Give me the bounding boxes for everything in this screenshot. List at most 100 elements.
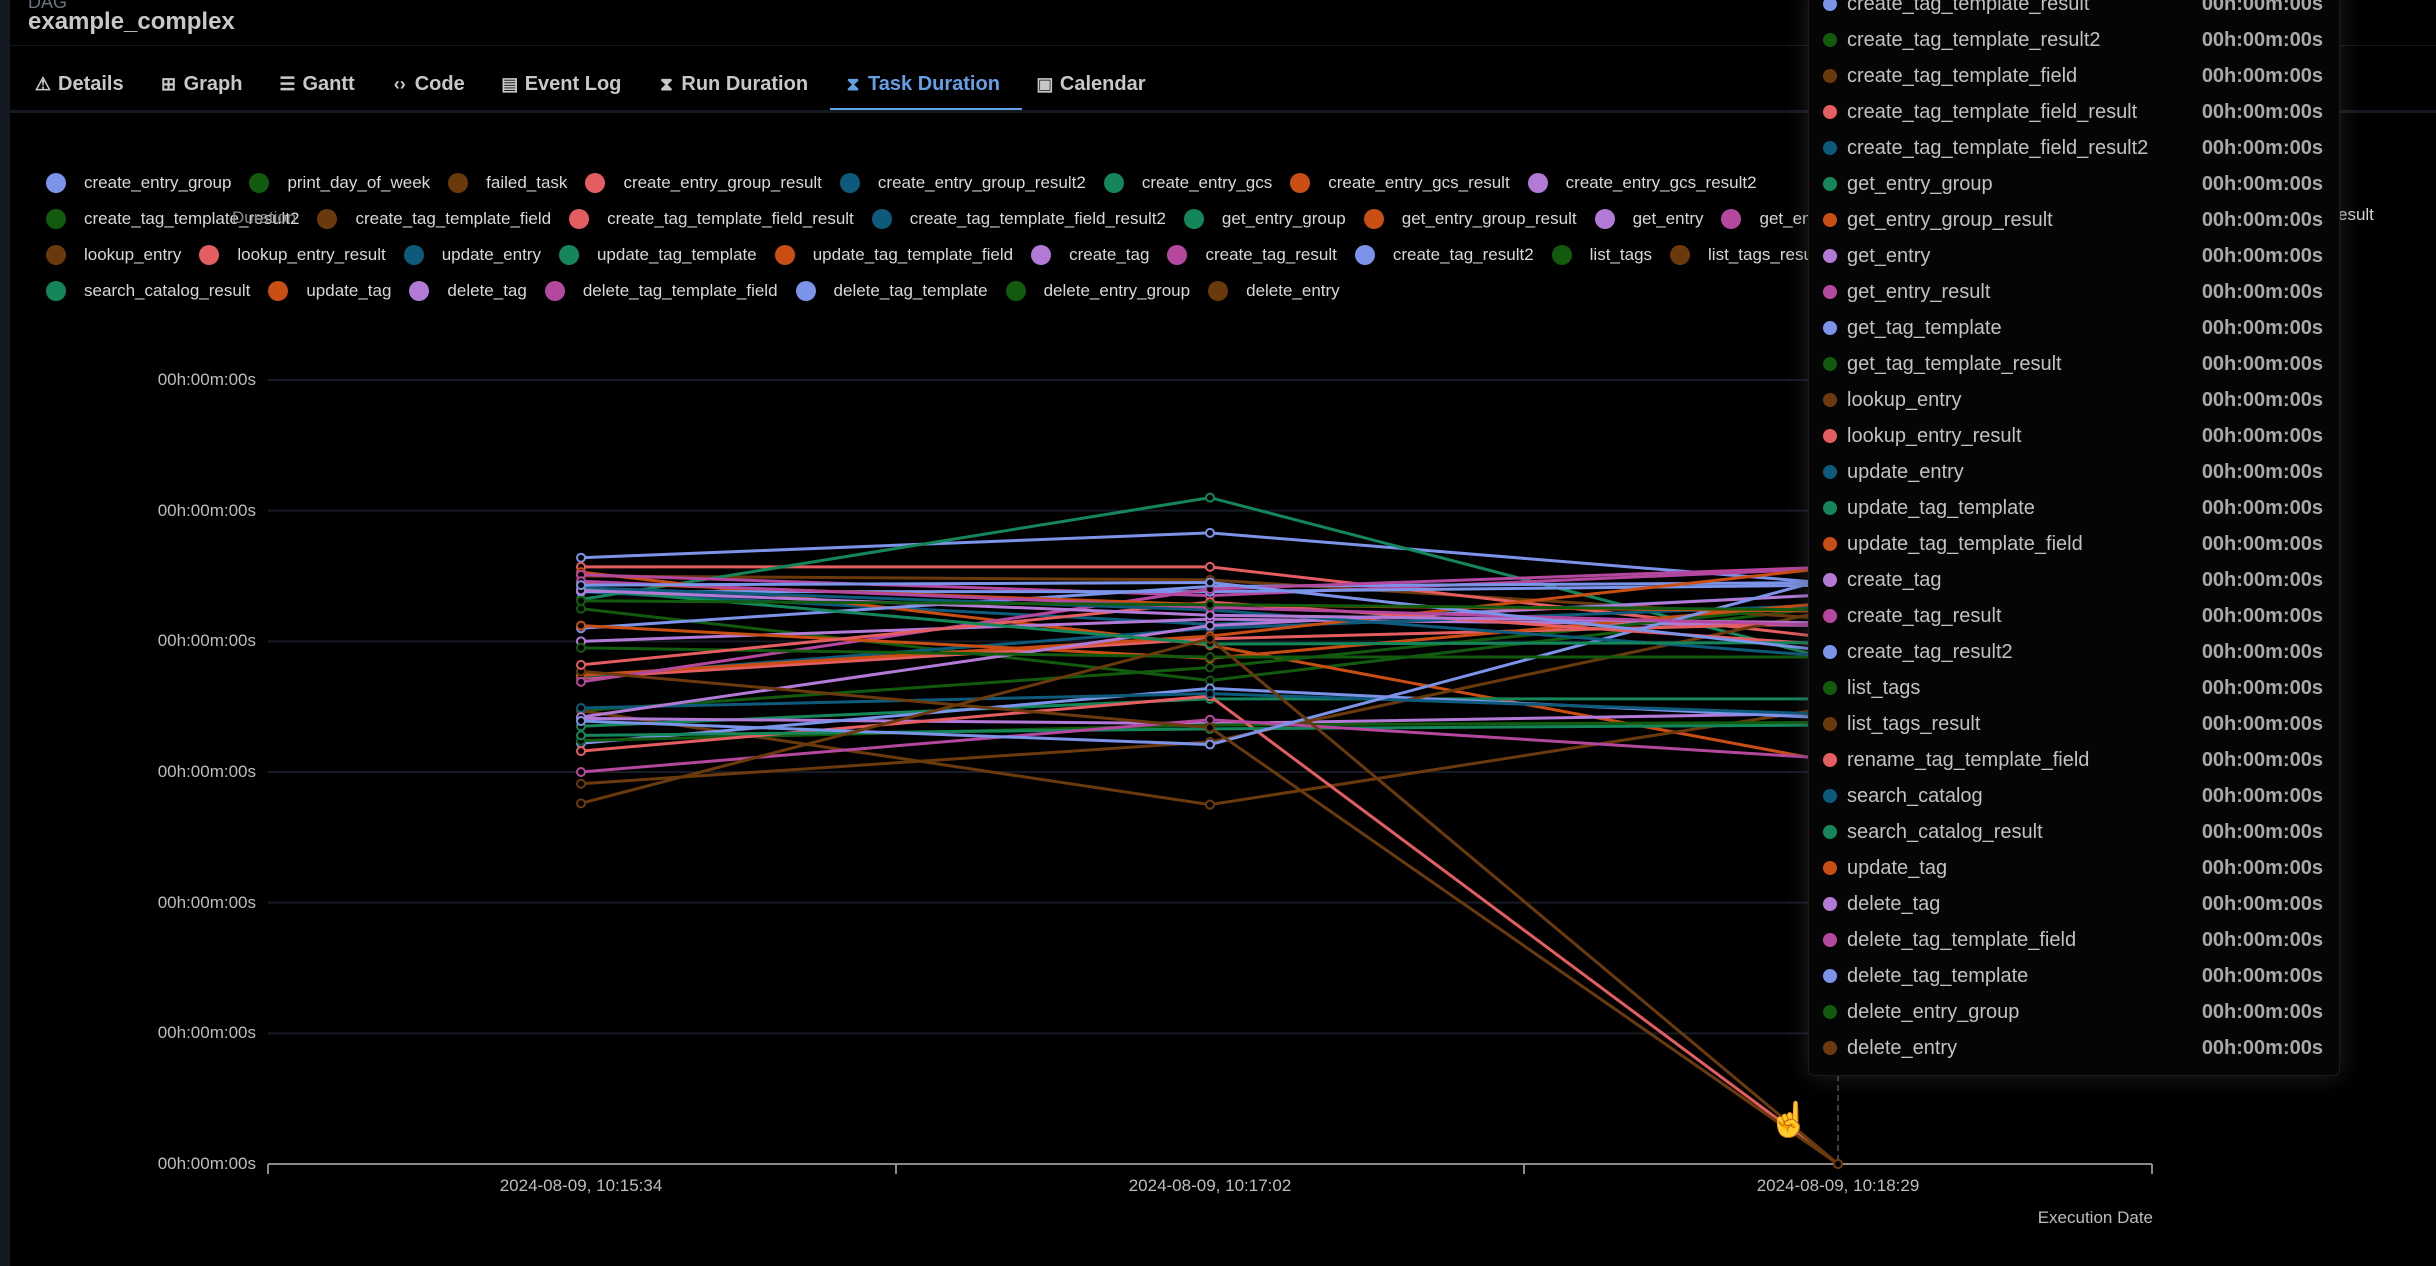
legend-item[interactable]: get_entry bbox=[1594, 209, 1704, 229]
legend-item[interactable]: delete_entry_group bbox=[1005, 281, 1190, 301]
legend-label: list_tags_result bbox=[1708, 245, 1822, 264]
tooltip-row: search_catalog 00h:00m:00s bbox=[1823, 779, 2323, 813]
tooltip-series-value: 00h:00m:00s bbox=[2201, 604, 2323, 627]
legend-item[interactable]: list_tags bbox=[1551, 245, 1652, 265]
legend-item[interactable]: lookup_entry_result bbox=[199, 245, 386, 265]
legend-label: delete_tag_template_field bbox=[582, 281, 778, 300]
legend-label: update_tag_template bbox=[596, 245, 757, 264]
legend-item[interactable]: search_catalog_result bbox=[46, 281, 250, 301]
legend-label: get_entry bbox=[1632, 209, 1704, 228]
legend-label: create_tag_template_field_result2 bbox=[909, 209, 1166, 228]
legend-item[interactable]: get_entry_group_result bbox=[1363, 209, 1577, 229]
legend-item[interactable]: update_tag_template_field bbox=[774, 245, 1013, 265]
legend-color-dot bbox=[839, 173, 860, 193]
tooltip-color-dot bbox=[1823, 69, 1837, 83]
tooltip-color-dot bbox=[1823, 609, 1837, 623]
legend-color-dot bbox=[1354, 245, 1375, 265]
legend-item[interactable]: lookup_entry bbox=[46, 245, 181, 265]
legend-item[interactable]: update_tag_template bbox=[558, 245, 757, 265]
tooltip-series-name: get_tag_template bbox=[1847, 316, 2002, 339]
tooltip-color-dot bbox=[1823, 249, 1837, 263]
data-point bbox=[1205, 633, 1215, 644]
legend-color-dot bbox=[1103, 173, 1124, 193]
legend-item[interactable]: delete_entry bbox=[1208, 281, 1340, 301]
y-tick-label: 00h:00m:00s bbox=[157, 892, 256, 912]
tooltip-row: update_tag_template_field 00h:00m:00s bbox=[1823, 527, 2323, 561]
legend-item[interactable]: create_tag_result bbox=[1167, 245, 1337, 265]
legend-item[interactable]: create_entry_gcs_result2 bbox=[1527, 173, 1757, 193]
tooltip-series-name: create_tag_template_field bbox=[1847, 64, 2078, 87]
legend-item[interactable]: create_entry_group_result bbox=[585, 173, 822, 193]
tooltip-color-dot bbox=[1823, 681, 1837, 695]
legend-color-dot bbox=[544, 281, 565, 301]
tooltip-row: lookup_entry 00h:00m:00s bbox=[1823, 383, 2323, 417]
legend-item[interactable]: create_tag bbox=[1031, 245, 1149, 265]
legend-color-dot bbox=[1721, 209, 1742, 229]
legend-item[interactable]: create_entry_gcs_result bbox=[1290, 173, 1510, 193]
legend-color-dot bbox=[585, 173, 606, 193]
legend-item[interactable]: create_tag_template_field bbox=[317, 209, 551, 229]
legend-item[interactable]: create_tag_template_field_result bbox=[569, 209, 854, 229]
legend-item[interactable]: create_entry_group bbox=[46, 173, 231, 193]
tooltip-series-value: 00h:00m:00s bbox=[2201, 964, 2323, 987]
legend-item[interactable]: delete_tag bbox=[409, 281, 527, 301]
tooltip-series-name: update_tag bbox=[1847, 856, 1948, 879]
data-point bbox=[1205, 527, 1215, 538]
tooltip-color-dot bbox=[1823, 213, 1837, 227]
y-axis-title: Duration bbox=[232, 208, 297, 227]
tooltip-row: get_entry_result 00h:00m:00s bbox=[1823, 275, 2323, 309]
legend-label: create_tag_template_field_result bbox=[607, 209, 854, 228]
legend-color-dot bbox=[1208, 281, 1229, 301]
data-point bbox=[1205, 714, 1215, 725]
tooltip-series-value: 00h:00m:00s bbox=[2201, 244, 2323, 267]
tooltip-row: list_tags 00h:00m:00s bbox=[1823, 671, 2323, 705]
tooltip-color-dot bbox=[1823, 645, 1837, 659]
legend-item[interactable]: print_day_of_week bbox=[249, 173, 430, 193]
legend-label: delete_tag_template bbox=[833, 281, 988, 300]
data-point bbox=[1205, 620, 1215, 631]
tooltip-series-name: delete_tag_template bbox=[1847, 964, 2029, 987]
data-point bbox=[576, 603, 586, 614]
legend-item[interactable]: delete_tag_template_field bbox=[544, 281, 778, 301]
tooltip-series-name: get_entry_result bbox=[1847, 280, 1991, 303]
data-point bbox=[1205, 492, 1215, 503]
legend-color-dot bbox=[1167, 245, 1188, 265]
legend-item[interactable]: update_tag bbox=[268, 281, 391, 301]
tooltip-series-value: 00h:00m:00s bbox=[2201, 1036, 2323, 1059]
data-point bbox=[576, 716, 586, 727]
legend-item[interactable]: get_entry_group bbox=[1183, 209, 1346, 229]
legend-label: create_entry_group_result bbox=[623, 173, 822, 192]
legend-item[interactable]: delete_tag_template bbox=[795, 281, 988, 301]
legend-item[interactable]: update_entry bbox=[403, 245, 541, 265]
hand-cursor-icon: ☝ bbox=[1768, 1101, 1811, 1139]
tooltip-color-dot bbox=[1823, 357, 1837, 371]
legend-color-dot bbox=[409, 281, 430, 301]
legend-color-dot bbox=[46, 209, 66, 229]
tooltip-series-name: create_tag_result2 bbox=[1847, 640, 2013, 663]
legend-item[interactable]: list_tags_result bbox=[1670, 245, 1821, 265]
legend-item[interactable]: failed_task bbox=[448, 173, 567, 193]
tooltip-color-dot bbox=[1823, 429, 1837, 443]
tooltip-series-value: 00h:00m:00s bbox=[2201, 496, 2323, 519]
legend-item[interactable]: create_tag_template_field_result2 bbox=[871, 209, 1166, 229]
tooltip-series-value: 00h:00m:00s bbox=[2201, 64, 2323, 87]
y-tick-label: 00h:00m:00s bbox=[157, 1154, 256, 1173]
tooltip-series-value: 00h:00m:00s bbox=[2201, 388, 2323, 411]
legend-label: delete_tag bbox=[447, 281, 527, 300]
legend-item[interactable]: create_entry_group_result2 bbox=[839, 173, 1086, 193]
y-tick-label: 00h:00m:00s bbox=[157, 1023, 256, 1043]
legend-color-dot bbox=[558, 245, 579, 265]
tooltip-series-name: get_entry_group_result bbox=[1847, 208, 2053, 231]
series-update_entry bbox=[576, 688, 1843, 720]
tooltip-row: create_tag_template_field_result2 00h:00m… bbox=[1823, 131, 2323, 165]
legend-label: update_tag bbox=[306, 281, 392, 300]
tooltip-color-dot bbox=[1823, 537, 1837, 551]
data-point bbox=[1205, 599, 1215, 610]
legend-item[interactable]: create_tag_result2 bbox=[1354, 245, 1534, 265]
tooltip-series-name: create_tag_template_result2 bbox=[1847, 28, 2101, 51]
tooltip-series-name: search_catalog_result bbox=[1847, 820, 2043, 843]
tooltip-row: create_tag_template_result2 00h:00m:00s bbox=[1823, 23, 2323, 57]
legend-label: create_entry_gcs_result2 bbox=[1565, 173, 1757, 192]
tooltip-color-dot bbox=[1823, 177, 1837, 191]
legend-item[interactable]: create_entry_gcs bbox=[1103, 173, 1272, 193]
